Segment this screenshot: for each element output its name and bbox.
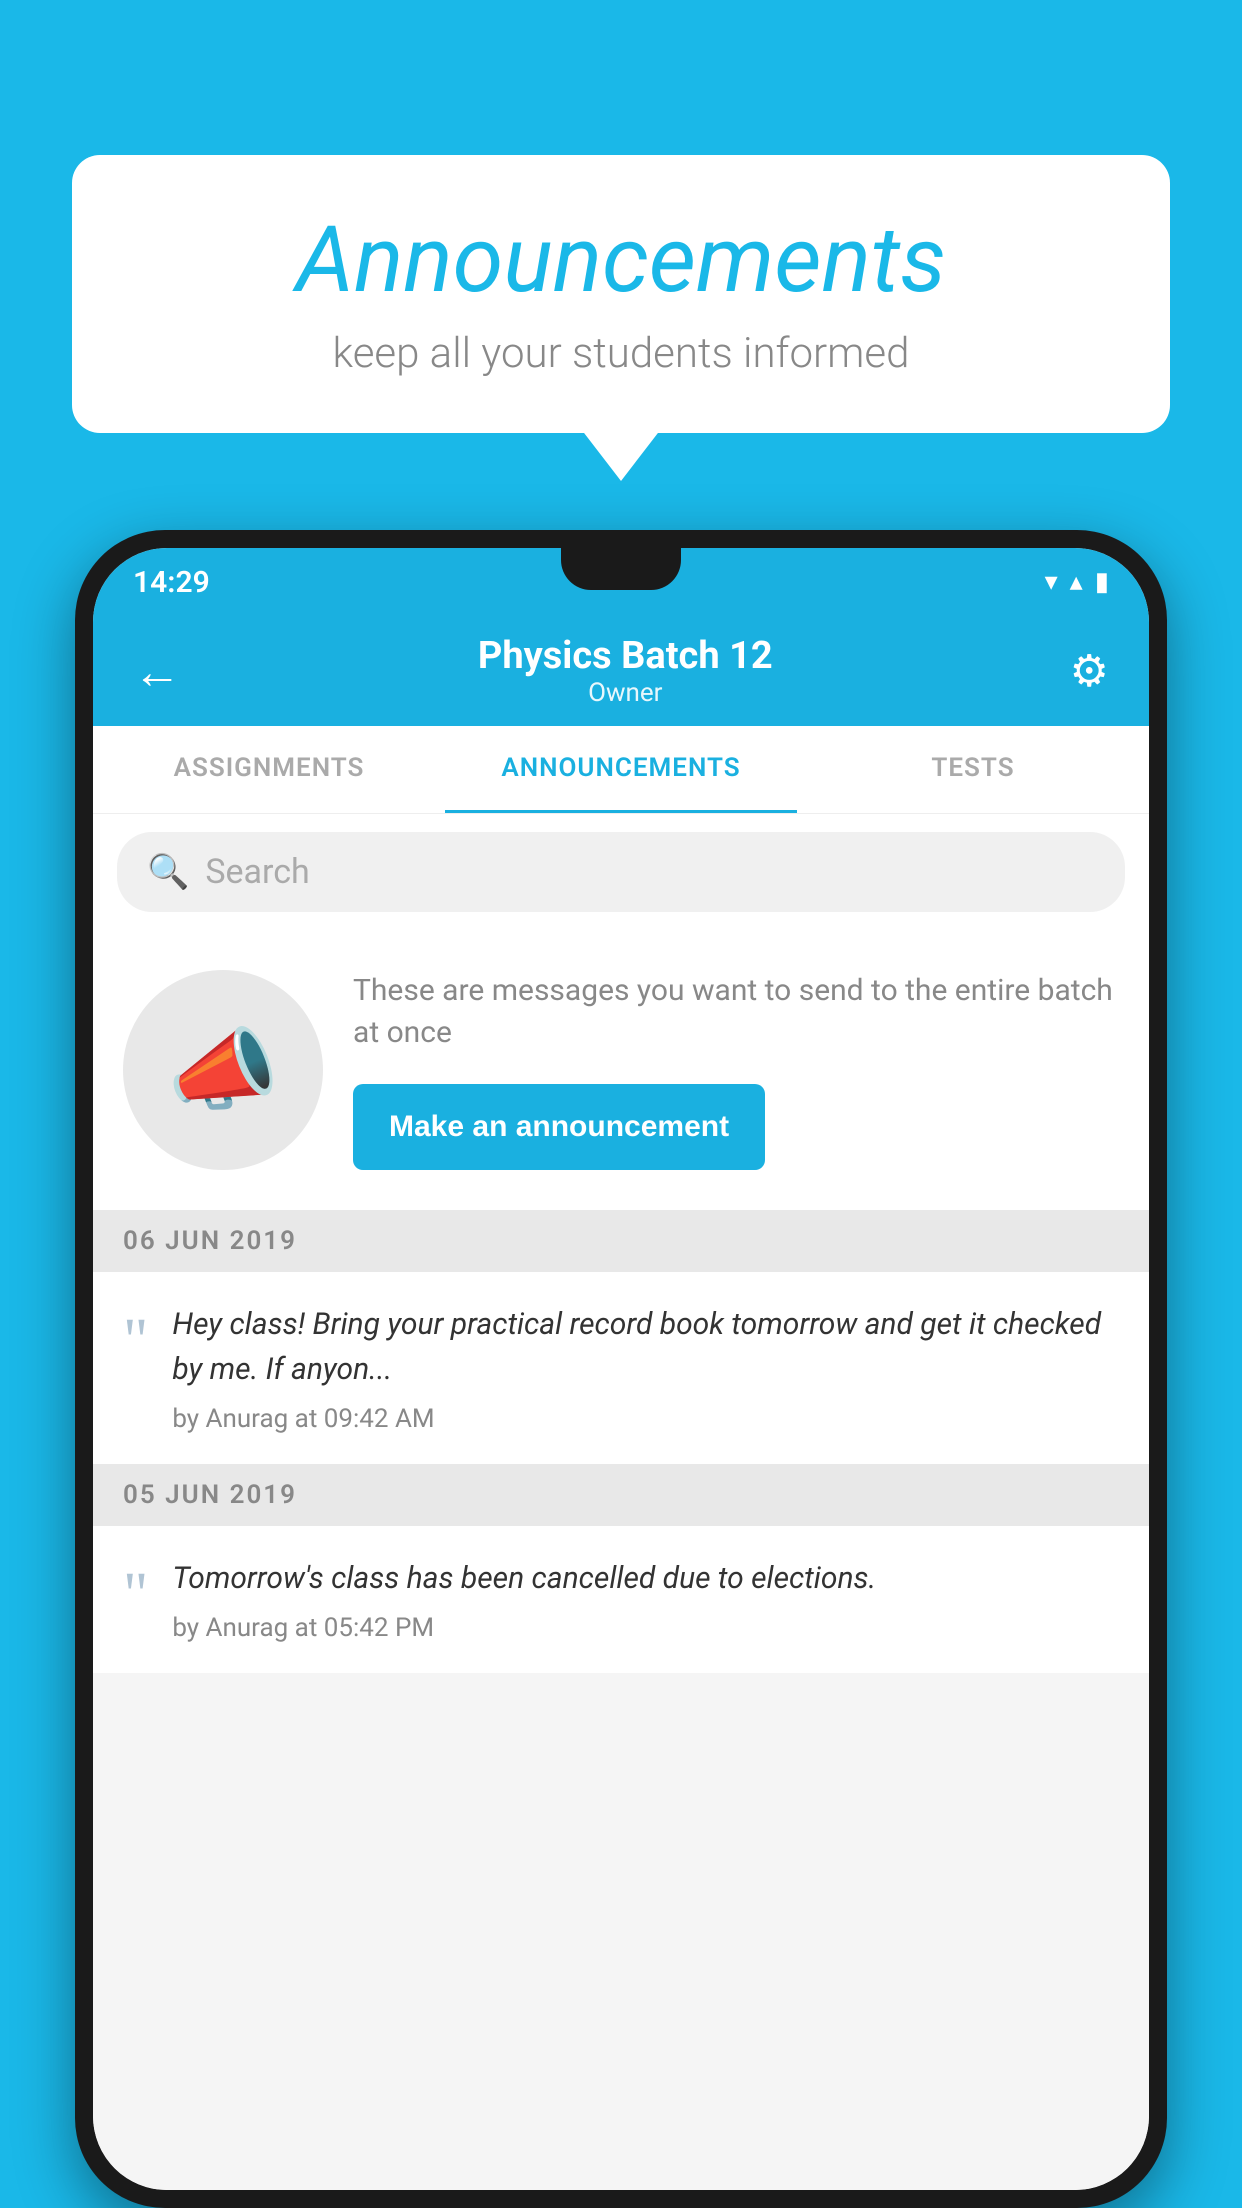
tab-announcements[interactable]: ANNOUNCEMENTS (445, 726, 797, 813)
announcement-meta-2: by Anurag at 05:42 PM (172, 1613, 1119, 1643)
quote-icon-1: " (123, 1310, 148, 1434)
bubble-subtitle: keep all your students informed (132, 329, 1110, 378)
tab-tests[interactable]: TESTS (797, 726, 1149, 813)
app-bar-title: Physics Batch 12 (191, 634, 1060, 678)
back-button[interactable]: ← (123, 633, 191, 710)
speech-bubble-section: Announcements keep all your students inf… (72, 155, 1170, 433)
search-icon: 🔍 (147, 852, 189, 892)
search-container: 🔍 Search (93, 814, 1149, 930)
announcement-content-2: Tomorrow's class has been cancelled due … (172, 1556, 1119, 1643)
app-bar-subtitle: Owner (191, 678, 1060, 708)
announcement-content-1: Hey class! Bring your practical record b… (172, 1302, 1119, 1434)
main-content: 🔍 Search 📣 These are messages you want t… (93, 814, 1149, 2190)
tab-assignments[interactable]: ASSIGNMENTS (93, 726, 445, 813)
megaphone-icon: 📣 (167, 1018, 279, 1123)
settings-button[interactable]: ⚙ (1060, 635, 1119, 707)
announcement-meta-1: by Anurag at 09:42 AM (172, 1404, 1119, 1434)
phone-outer: 14:29 ▾ ▴ ▮ ← Physics Batch 12 Owner ⚙ A… (75, 530, 1167, 2208)
status-icons: ▾ ▴ ▮ (1045, 567, 1109, 597)
promo-card: 📣 These are messages you want to send to… (93, 930, 1149, 1210)
wifi-icon: ▾ (1045, 567, 1058, 597)
phone-screen: 14:29 ▾ ▴ ▮ ← Physics Batch 12 Owner ⚙ A… (93, 548, 1149, 2190)
search-bar[interactable]: 🔍 Search (117, 832, 1125, 912)
tab-bar: ASSIGNMENTS ANNOUNCEMENTS TESTS (93, 726, 1149, 814)
phone-container: 14:29 ▾ ▴ ▮ ← Physics Batch 12 Owner ⚙ A… (75, 530, 1167, 2208)
bubble-title: Announcements (132, 210, 1110, 311)
speech-bubble: Announcements keep all your students inf… (72, 155, 1170, 433)
search-placeholder: Search (205, 852, 309, 892)
announcement-text-1: Hey class! Bring your practical record b… (172, 1302, 1119, 1392)
phone-notch (561, 548, 681, 590)
quote-icon-2: " (123, 1564, 148, 1643)
announcement-text-2: Tomorrow's class has been cancelled due … (172, 1556, 1119, 1601)
battery-icon: ▮ (1095, 567, 1109, 597)
announcement-item-2: " Tomorrow's class has been cancelled du… (93, 1526, 1149, 1673)
announcement-item-1: " Hey class! Bring your practical record… (93, 1272, 1149, 1464)
app-bar-title-section: Physics Batch 12 Owner (191, 634, 1060, 708)
signal-icon: ▴ (1070, 567, 1083, 597)
date-separator-2: 05 JUN 2019 (93, 1464, 1149, 1526)
status-time: 14:29 (133, 565, 210, 600)
app-bar: ← Physics Batch 12 Owner ⚙ (93, 616, 1149, 726)
make-announcement-button[interactable]: Make an announcement (353, 1084, 765, 1170)
promo-right: These are messages you want to send to t… (353, 970, 1119, 1170)
date-separator-1: 06 JUN 2019 (93, 1210, 1149, 1272)
promo-description: These are messages you want to send to t… (353, 970, 1119, 1054)
megaphone-circle: 📣 (123, 970, 323, 1170)
